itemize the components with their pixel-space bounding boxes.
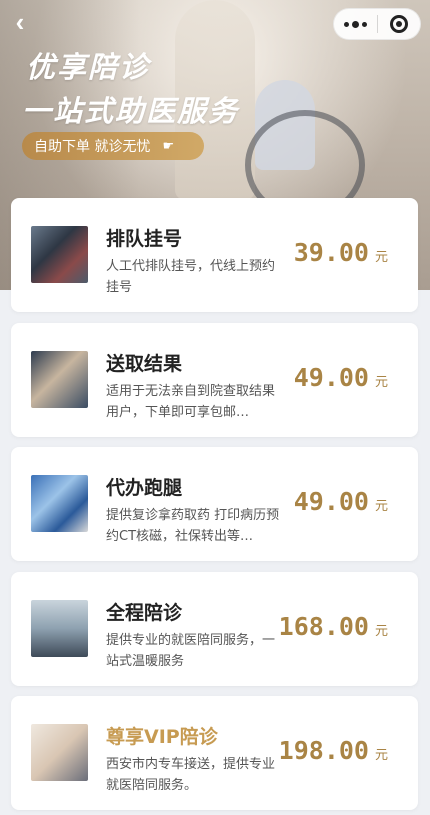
price-unit: 元 [374, 499, 388, 514]
service-price: 49.00 元 [294, 363, 388, 392]
service-card-result-delivery[interactable]: 送取结果 适用于无法亲自到院查取结果用户，下单即可享包邮… 49.00 元 [11, 323, 418, 437]
price-value: 168.00 [278, 612, 369, 641]
service-card-vip-escort[interactable]: 尊享VIP陪诊 西安市内专车接送，提供专业就医陪同服务。 198.00 元 [11, 696, 418, 810]
service-name: 代办跑腿 [106, 477, 183, 499]
price-value: 49.00 [293, 363, 369, 392]
back-button[interactable]: ‹ [8, 7, 32, 37]
service-name: 全程陪诊 [106, 602, 183, 624]
service-price: 198.00 元 [279, 736, 388, 765]
price-value: 49.00 [293, 487, 369, 516]
price-value: 198.00 [278, 736, 369, 765]
service-name: 送取结果 [106, 353, 183, 375]
service-description: 人工代排队挂号，代线上预约挂号 [106, 259, 276, 295]
chevron-left-icon: ‹ [15, 7, 25, 37]
service-price: 49.00 元 [294, 487, 388, 516]
service-thumbnail [31, 226, 88, 283]
service-price: 168.00 元 [279, 612, 388, 641]
more-dots-icon [343, 20, 367, 28]
close-button[interactable] [378, 9, 421, 39]
more-button[interactable] [334, 9, 377, 39]
service-thumbnail [31, 724, 88, 781]
service-description: 西安市内专车接送，提供专业就医陪同服务。 [106, 757, 276, 793]
service-description: 提供专业的就医陪同服务，一站式温暖服务 [106, 633, 276, 669]
service-thumbnail [31, 600, 88, 657]
service-description: 适用于无法亲自到院查取结果用户，下单即可享包邮… [106, 384, 276, 420]
price-unit: 元 [374, 375, 388, 390]
service-thumbnail [31, 351, 88, 408]
service-description: 提供复诊拿药取药 打印病历预约CT核磁，社保转出等… [106, 508, 280, 544]
target-close-icon [389, 15, 408, 33]
service-price: 39.00 元 [294, 238, 388, 267]
hand-pointer-icon: ☛ [162, 138, 175, 154]
price-unit: 元 [374, 250, 388, 265]
service-thumbnail [31, 475, 88, 532]
service-card-errand[interactable]: 代办跑腿 提供复诊拿药取药 打印病历预约CT核磁，社保转出等… 49.00 元 [11, 447, 418, 561]
price-value: 39.00 [293, 238, 369, 267]
hero-title: 优享陪诊 [26, 50, 151, 84]
price-unit: 元 [374, 748, 388, 763]
self-order-button[interactable]: 自助下单 就诊无忧 ☛ [22, 132, 204, 160]
mini-program-capsule [333, 8, 421, 40]
service-name: 排队挂号 [106, 228, 183, 250]
service-name: 尊享VIP陪诊 [106, 726, 218, 748]
service-card-full-escort[interactable]: 全程陪诊 提供专业的就医陪同服务，一站式温暖服务 168.00 元 [11, 572, 418, 686]
price-unit: 元 [374, 624, 388, 639]
self-order-label: 自助下单 就诊无忧 [34, 139, 151, 155]
service-card-queue-registration[interactable]: 排队挂号 人工代排队挂号，代线上预约挂号 39.00 元 [11, 198, 418, 312]
hero-subtitle: 一站式助医服务 [22, 94, 240, 128]
